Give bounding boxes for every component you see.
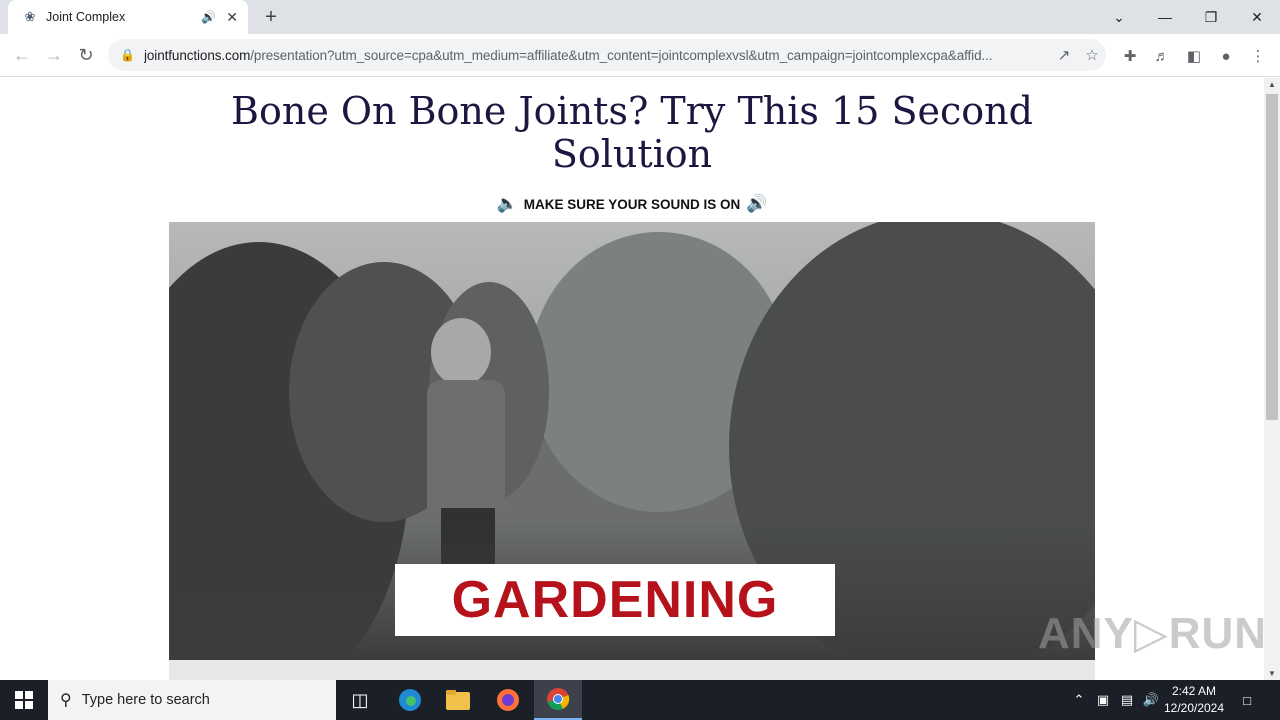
tab-close-icon[interactable]: ✕ [226,9,238,26]
browser-toolbar: ← → ↻ 🔒 jointfunctions.com/presentation?… [0,34,1280,77]
site-favicon-icon: ❀ [24,9,36,24]
tab-search-icon[interactable]: ⌄ [1096,0,1142,34]
start-button[interactable] [0,680,48,720]
page-scrollbar[interactable]: ▲ ▼ [1264,78,1280,680]
taskbar-search-box[interactable]: ⚲ Type here to search [48,680,336,720]
tab-audio-icon[interactable]: 🔊 [201,10,216,24]
video-person-body [427,380,505,510]
clock-date: 12/20/2024 [1163,701,1225,715]
minimize-button[interactable]: — [1142,0,1188,34]
restore-button[interactable]: ❐ [1188,0,1234,34]
speaker-right-icon: 🔊 [746,194,768,213]
video-person-head [431,318,491,386]
share-icon[interactable]: ↗ [1050,46,1078,64]
firefox-icon[interactable] [484,680,532,720]
menu-icon[interactable]: ⋮ [1246,44,1270,68]
tab-joint-complex[interactable]: ❀ Joint Complex 🔊 ✕ [8,0,248,34]
side-panel-icon[interactable]: ◧ [1182,44,1206,68]
video-player[interactable]: GARDENING [169,222,1095,660]
chrome-icon[interactable] [534,680,582,720]
notifications-icon[interactable]: □ [1236,680,1258,720]
page-headline: Bone On Bone Joints? Try This 15 Second … [231,89,1033,176]
volume-icon[interactable]: 🔊 [1140,680,1162,720]
video-caption: GARDENING [395,564,835,636]
scroll-up-icon[interactable]: ▲ [1268,80,1276,89]
url-path: /presentation?utm_source=cpa&utm_medium=… [250,47,993,63]
close-window-button[interactable]: ✕ [1234,0,1280,34]
sound-notice: 🔈 MAKE SURE YOUR SOUND IS ON 🔊 [0,194,1264,214]
task-view-icon[interactable]: ◫ [336,680,384,720]
bookmark-star-icon[interactable]: ☆ [1078,46,1106,64]
url-text: jointfunctions.com/presentation?utm_sour… [144,48,1050,63]
network-icon[interactable]: ▤ [1116,680,1138,720]
reload-button[interactable]: ↻ [72,41,100,69]
profile-avatar-icon[interactable]: ● [1214,44,1238,68]
media-control-icon[interactable]: ♬ [1150,44,1174,68]
address-bar[interactable]: 🔒 jointfunctions.com/presentation?utm_so… [108,39,1106,71]
video-bottom-bar [169,660,1095,680]
url-host: jointfunctions.com [144,47,251,63]
anyrun-watermark: ANY▷RUN [1038,609,1264,658]
tab-title: Joint Complex [46,10,126,24]
sound-notice-text: MAKE SURE YOUR SOUND IS ON [523,196,741,212]
scroll-down-icon[interactable]: ▼ [1268,669,1276,678]
windows-taskbar: ⚲ Type here to search ◫ ⌃ ▣ ▤ 🔊 2:42 AM … [0,680,1280,720]
taskbar-clock[interactable]: 2:42 AM 12/20/2024 [1160,683,1228,717]
windows-logo-icon [15,691,33,709]
tab-strip: ❀ Joint Complex 🔊 ✕ + ⌄ — ❐ ✕ [0,0,1280,34]
edge-icon[interactable] [386,680,434,720]
clock-time: 2:42 AM [1171,684,1217,698]
tray-app-icon[interactable]: ▣ [1092,680,1114,720]
forward-button[interactable]: → [40,41,68,69]
search-icon: ⚲ [60,692,72,709]
taskbar-search-placeholder: Type here to search [81,692,210,708]
file-explorer-icon[interactable] [434,680,482,720]
speaker-left-icon: 🔈 [496,194,518,213]
scroll-thumb[interactable] [1266,94,1278,420]
web-page: Bone On Bone Joints? Try This 15 Second … [0,78,1264,680]
tray-chevron-up-icon[interactable]: ⌃ [1068,680,1090,720]
lock-icon[interactable]: 🔒 [120,48,136,62]
back-button[interactable]: ← [8,41,36,69]
extensions-icon[interactable]: ✚ [1118,44,1142,68]
new-tab-button[interactable]: + [258,4,284,30]
